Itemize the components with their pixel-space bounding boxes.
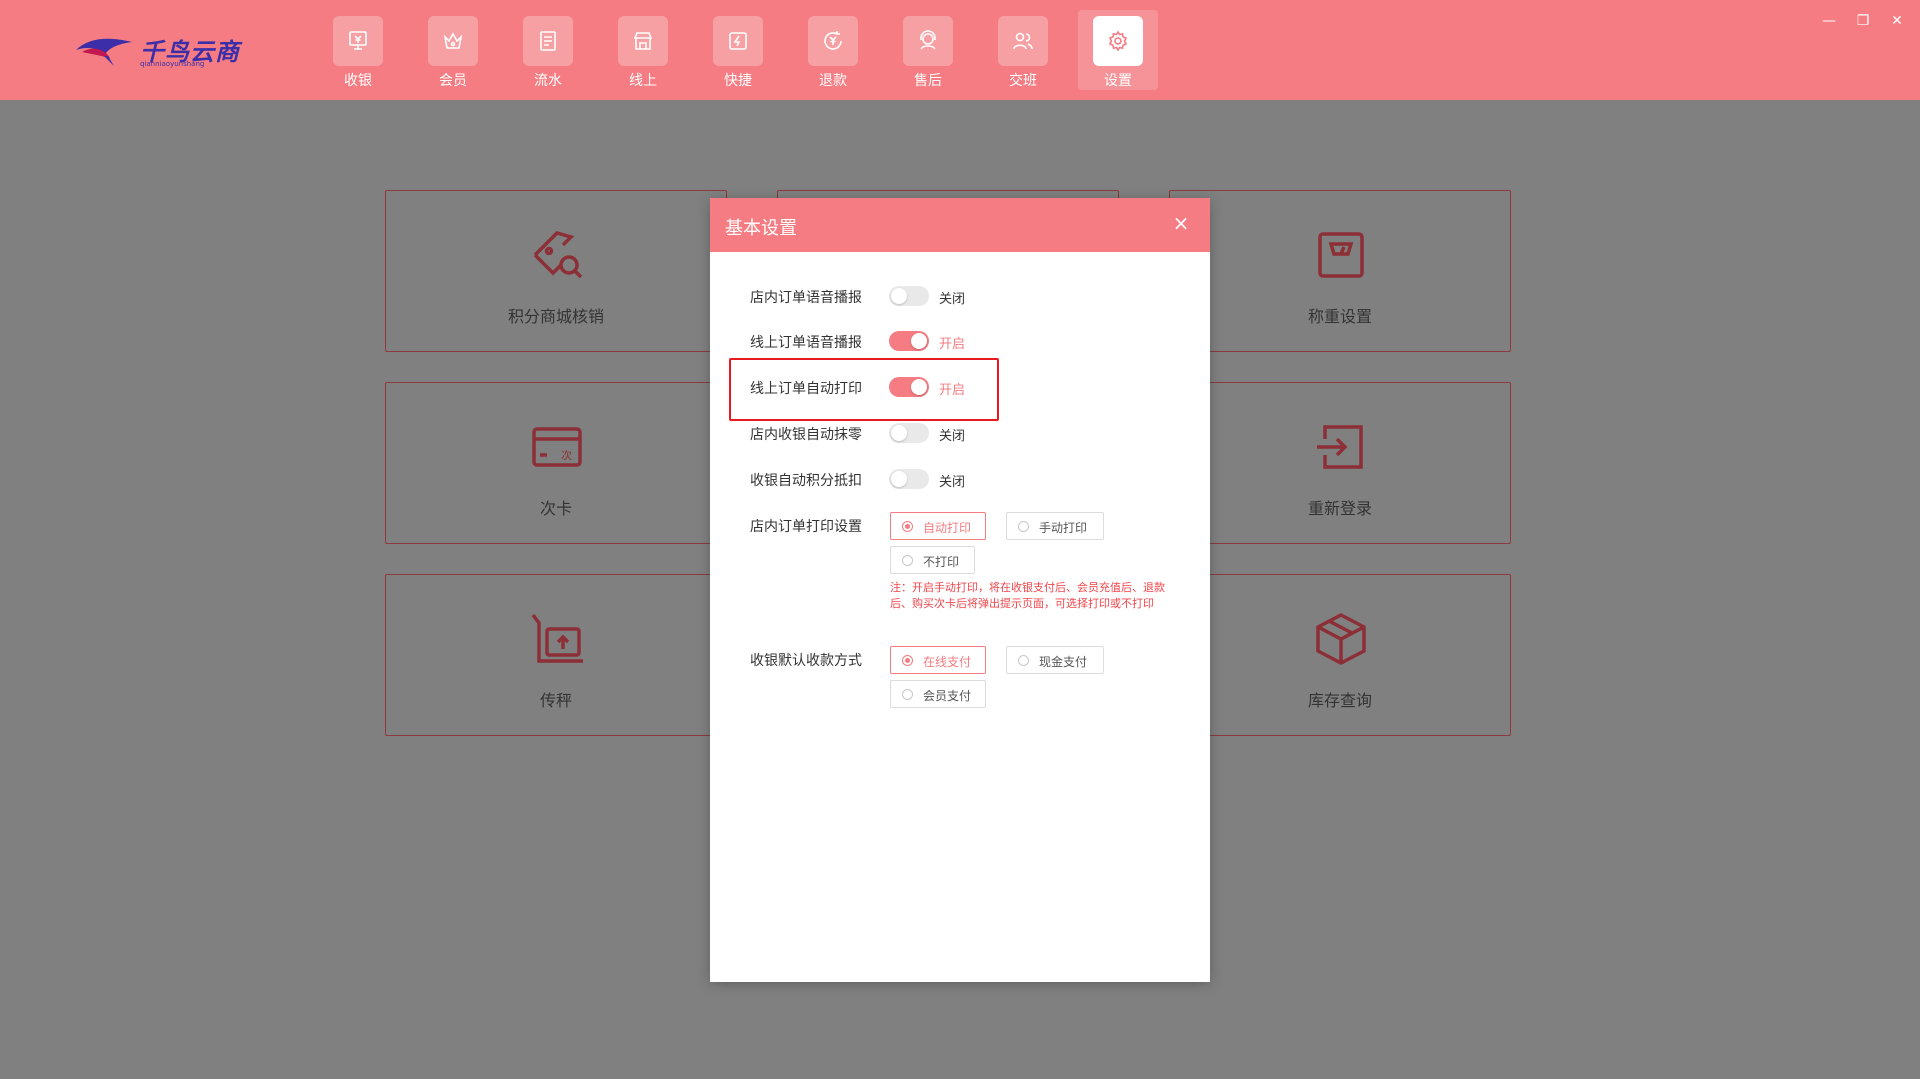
toggle-online-voice[interactable] bbox=[889, 331, 929, 351]
toggle-instore-voice[interactable] bbox=[889, 286, 929, 306]
svg-text:次: 次 bbox=[561, 448, 572, 462]
radio-label: 手动打印 bbox=[1039, 521, 1088, 535]
close-window-button[interactable]: ✕ bbox=[1888, 12, 1906, 30]
radio-label: 不打印 bbox=[923, 555, 960, 569]
toggle-knob bbox=[891, 288, 907, 304]
grid-card-times-card[interactable]: 次 次卡 bbox=[385, 382, 727, 544]
toggle-knob bbox=[911, 333, 927, 349]
print-setting-label: 店内订单打印设置 bbox=[750, 519, 862, 535]
radio-label: 自动打印 bbox=[923, 521, 972, 535]
grid-card-label: 传秤 bbox=[539, 691, 572, 710]
grid-card-label: 库存查询 bbox=[1307, 691, 1372, 710]
bird-logo-icon bbox=[76, 38, 132, 66]
grid-card-upload-scale[interactable]: 传秤 bbox=[385, 574, 727, 736]
nav-item-online[interactable]: 线上 bbox=[603, 10, 683, 90]
app-logo: 千鸟云商 qianniaoyunshang bbox=[74, 28, 244, 74]
nav-label: 会员 bbox=[439, 73, 467, 89]
radio-dot bbox=[902, 655, 913, 666]
toggle-state-text: 开启 bbox=[939, 337, 966, 352]
radio-label: 现金支付 bbox=[1039, 655, 1088, 669]
main-nav: 收银 会员 流水 线上 快捷 退款 售后 交班 设置 bbox=[318, 10, 1173, 90]
toggle-label-instore-voice: 店内订单语音播报 bbox=[750, 290, 862, 306]
toggle-label-auto-points: 收银自动积分抵扣 bbox=[750, 473, 862, 489]
toggle-auto-round[interactable] bbox=[889, 423, 929, 443]
nav-label: 线上 bbox=[629, 73, 657, 89]
toggle-knob bbox=[891, 425, 907, 441]
radio-label: 会员支付 bbox=[923, 689, 972, 703]
nav-item-aftersale[interactable]: 售后 bbox=[888, 10, 968, 90]
shortcut-icon bbox=[713, 16, 763, 66]
handover-icon bbox=[998, 16, 1048, 66]
top-bar: 千鸟云商 qianniaoyunshang 收银 会员 流水 线上 快捷 退款 … bbox=[0, 0, 1920, 100]
toggle-knob bbox=[891, 471, 907, 487]
refund-icon bbox=[808, 16, 858, 66]
card-icon: 次 bbox=[532, 427, 582, 467]
toggle-label-online-autoprint: 线上订单自动打印 bbox=[750, 381, 862, 397]
basic-settings-dialog: 基本设置 × 店内订单语音播报 关闭 线上订单语音播报 开启 线上订单自动打印 … bbox=[710, 198, 1210, 982]
toggle-knob bbox=[911, 379, 927, 395]
grid-card-relogin[interactable]: 重新登录 bbox=[1169, 382, 1511, 544]
grid-card-points-redeem[interactable]: 积分商城核销 bbox=[385, 190, 727, 352]
minimize-button[interactable]: — bbox=[1820, 12, 1838, 30]
toggle-state-text: 开启 bbox=[939, 383, 966, 398]
nav-label: 快捷 bbox=[724, 73, 752, 89]
restore-button[interactable]: ❐ bbox=[1854, 12, 1872, 30]
upload-scale-icon bbox=[531, 613, 583, 663]
radio-dot bbox=[902, 521, 913, 532]
nav-item-cashier[interactable]: 收银 bbox=[318, 10, 398, 90]
radio-dot bbox=[1018, 655, 1029, 666]
radio-label: 在线支付 bbox=[923, 655, 972, 669]
grid-card-label: 重新登录 bbox=[1307, 499, 1372, 518]
toggle-label-auto-round: 店内收银自动抹零 bbox=[750, 427, 862, 443]
radio-cash-pay[interactable]: 现金支付 bbox=[1006, 646, 1104, 674]
aftersale-icon bbox=[903, 16, 953, 66]
coupon-check-icon bbox=[533, 231, 583, 279]
toggle-online-autoprint[interactable] bbox=[889, 377, 929, 397]
online-store-icon bbox=[618, 16, 668, 66]
nav-label: 售后 bbox=[914, 73, 942, 89]
nav-label: 设置 bbox=[1104, 73, 1132, 89]
radio-dot bbox=[902, 555, 913, 566]
grid-card-label: 积分商城核销 bbox=[507, 307, 604, 326]
scale-icon bbox=[1318, 232, 1364, 278]
radio-online-pay[interactable]: 在线支付 bbox=[890, 646, 986, 674]
nav-item-refund[interactable]: 退款 bbox=[793, 10, 873, 90]
nav-item-settings[interactable]: 设置 bbox=[1078, 10, 1158, 90]
toggle-label-online-voice: 线上订单语音播报 bbox=[750, 335, 862, 351]
nav-item-handover[interactable]: 交班 bbox=[983, 10, 1063, 90]
nav-item-member[interactable]: 会员 bbox=[413, 10, 493, 90]
member-icon bbox=[428, 16, 478, 66]
nav-label: 收银 bbox=[344, 73, 372, 89]
radio-auto-print[interactable]: 自动打印 bbox=[890, 512, 986, 540]
toggle-state-text: 关闭 bbox=[939, 429, 966, 444]
toggle-state-text: 关闭 bbox=[939, 475, 966, 490]
dialog-title: 基本设置 bbox=[725, 218, 797, 239]
payment-setting-label: 收银默认收款方式 bbox=[750, 653, 862, 669]
print-setting-note: 注：开启手动打印，将在收银支付后、会员充值后、退款后、购买次卡后将弹出提示页面，… bbox=[890, 581, 1165, 610]
toggle-state-text: 关闭 bbox=[939, 292, 966, 307]
toggle-auto-points[interactable] bbox=[889, 469, 929, 489]
nav-label: 流水 bbox=[534, 73, 562, 89]
nav-label: 退款 bbox=[819, 73, 847, 89]
nav-label: 交班 bbox=[1009, 73, 1037, 89]
cashier-icon bbox=[333, 16, 383, 66]
close-icon[interactable]: × bbox=[1170, 212, 1192, 234]
radio-member-pay[interactable]: 会员支付 bbox=[890, 680, 986, 708]
radio-no-print[interactable]: 不打印 bbox=[890, 546, 975, 574]
logo-subtext: qianniaoyunshang bbox=[140, 60, 205, 68]
gear-icon bbox=[1093, 16, 1143, 66]
box-icon bbox=[1316, 613, 1366, 665]
nav-item-shortcut[interactable]: 快捷 bbox=[698, 10, 778, 90]
radio-dot bbox=[902, 689, 913, 700]
ledger-icon bbox=[523, 16, 573, 66]
grid-card-label: 次卡 bbox=[539, 499, 572, 518]
nav-item-ledger[interactable]: 流水 bbox=[508, 10, 588, 90]
grid-card-inventory[interactable]: 库存查询 bbox=[1169, 574, 1511, 736]
login-icon bbox=[1317, 425, 1363, 469]
grid-card-scale-settings[interactable]: 称重设置 bbox=[1169, 190, 1511, 352]
grid-card-label: 称重设置 bbox=[1307, 307, 1372, 326]
radio-dot bbox=[1018, 521, 1029, 532]
radio-manual-print[interactable]: 手动打印 bbox=[1006, 512, 1104, 540]
dialog-header: 基本设置 × bbox=[710, 198, 1210, 252]
